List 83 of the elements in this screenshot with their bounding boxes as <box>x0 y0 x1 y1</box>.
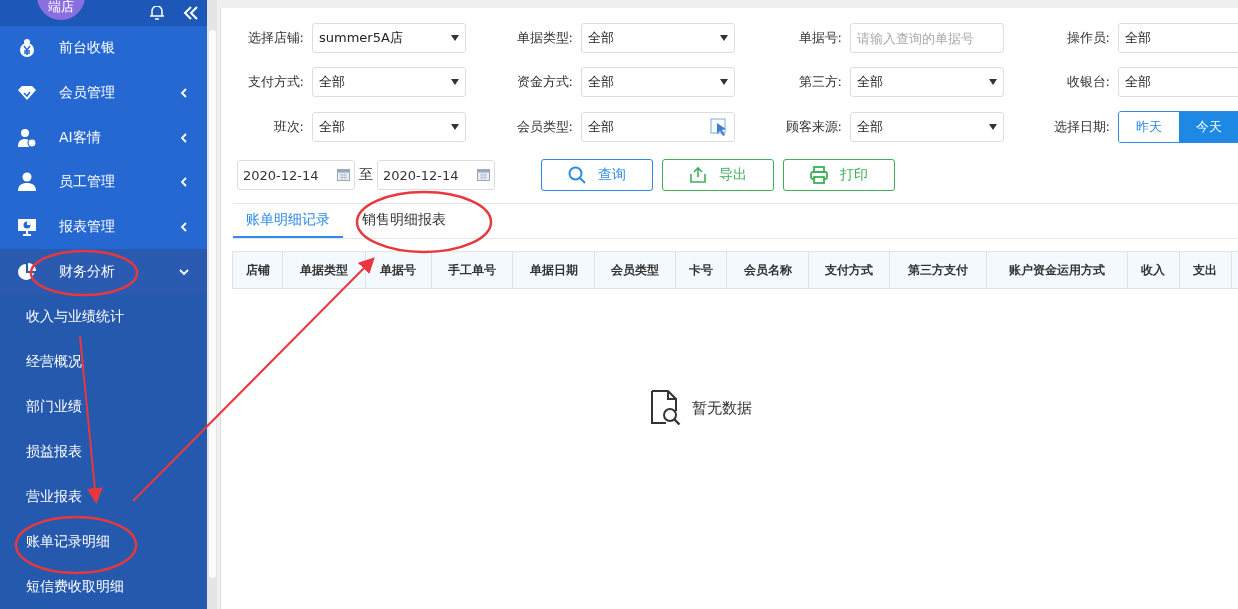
monitor-icon <box>17 217 37 237</box>
filter-label: 支付方式: <box>246 73 304 91</box>
column-header: 会员名称 <box>726 251 809 289</box>
caret-icon <box>451 79 459 85</box>
picker-field[interactable]: 全部 <box>581 112 735 142</box>
column-header: 单据日期 <box>512 251 595 289</box>
submenu-item[interactable]: 营业报表 <box>0 474 207 520</box>
chevron-left-icon <box>179 86 189 99</box>
sidebar-item[interactable]: 前台收银 <box>0 25 207 71</box>
filter-label: 资金方式: <box>515 73 573 91</box>
filter-label: 顾客来源: <box>784 118 842 136</box>
dropdown-field[interactable]: summer5A店 <box>312 23 466 53</box>
caret-icon <box>720 79 728 85</box>
sidebar-item[interactable]: 财务分析 <box>0 249 207 295</box>
chevron-left-icon <box>179 221 189 233</box>
tab[interactable]: 销售明细报表 <box>349 204 459 238</box>
person-icon <box>17 172 37 193</box>
column-header: 账户资金运用方式 <box>986 251 1128 289</box>
dropdown-field[interactable]: 全部 <box>850 67 1004 97</box>
person-badge-icon <box>17 127 37 148</box>
submenu-item[interactable]: 收入与业绩统计 <box>0 294 207 340</box>
search-icon <box>568 166 586 184</box>
column-header: 手工单号 <box>431 251 513 289</box>
date-field[interactable]: 2020-12-14 <box>237 160 355 190</box>
scrollbar[interactable] <box>207 0 217 609</box>
dropdown-field[interactable]: 全部 <box>581 67 735 97</box>
filter-label: 单据类型: <box>515 29 573 47</box>
chevron-left-icon <box>179 131 189 144</box>
filter-label: 选择日期: <box>1052 118 1110 136</box>
money-bag-icon <box>17 38 37 59</box>
column-header: 收入 <box>1127 251 1179 289</box>
column-header: 单据号 <box>365 251 432 289</box>
calendar-icon <box>337 169 350 181</box>
sidebar-item[interactable]: AI客情 <box>0 115 207 160</box>
store-avatar[interactable]: 端店 <box>37 0 85 20</box>
column-header: 卡号 <box>675 251 727 289</box>
submenu-item[interactable]: 损益报表 <box>0 429 207 475</box>
caret-icon <box>720 35 728 41</box>
range-separator: 至 <box>359 166 373 184</box>
column-header: 支出 <box>1179 251 1232 289</box>
upload-icon <box>689 166 707 184</box>
column-header: 单据类型 <box>282 251 366 289</box>
printer-icon <box>810 166 828 184</box>
calendar-icon <box>477 169 490 181</box>
filter-label: 第三方: <box>797 73 842 91</box>
column-header: 会员类型 <box>594 251 676 289</box>
empty-state-text: 暂无数据 <box>691 399 752 418</box>
column-header: 支付方式 <box>808 251 890 289</box>
dropdown-field[interactable]: 全部 <box>1118 23 1238 53</box>
dropdown-field[interactable]: 全部 <box>850 112 1004 142</box>
filter-label: 选择店铺: <box>246 29 304 47</box>
dropdown-field[interactable]: 全部 <box>312 112 466 142</box>
dropdown-field[interactable]: 全部 <box>581 23 735 53</box>
submenu-item[interactable]: 部门业绩 <box>0 384 207 430</box>
input-field[interactable]: 请输入查询的单据号 <box>850 23 1004 53</box>
submenu-item[interactable]: 短信费收取明细 <box>0 564 207 609</box>
cursor-icon <box>710 118 728 136</box>
chevron-left-icon <box>179 176 189 189</box>
column-header: 店铺 <box>232 251 283 289</box>
caret-icon <box>451 35 459 41</box>
date-field[interactable]: 2020-12-14 <box>377 160 495 190</box>
sidebar-item[interactable]: 会员管理 <box>0 70 207 116</box>
dropdown-field[interactable]: 全部 <box>312 67 466 97</box>
filter-label: 单据号: <box>797 29 842 47</box>
filter-label: 班次: <box>272 118 304 136</box>
bell-icon[interactable] <box>149 5 165 20</box>
caret-icon <box>989 124 997 130</box>
filter-label: 收银台: <box>1065 73 1110 91</box>
column-header: 第三方支付 <box>889 251 987 289</box>
filter-label: 会员类型: <box>515 118 573 136</box>
pie-chart-icon <box>17 261 37 282</box>
caret-icon <box>989 79 997 85</box>
caret-icon <box>451 124 459 130</box>
sidebar-item[interactable]: 员工管理 <box>0 159 207 205</box>
filter-label: 操作员: <box>1065 29 1110 47</box>
date-option[interactable]: 今天 <box>1179 112 1238 142</box>
collapse-icon[interactable] <box>183 5 199 20</box>
tab[interactable]: 账单明细记录 <box>233 204 343 238</box>
sidebar-item[interactable]: 报表管理 <box>0 204 207 250</box>
submenu-item[interactable]: 账单记录明细 <box>0 519 207 565</box>
search-button[interactable]: 查询 <box>541 159 653 191</box>
dropdown-field[interactable]: 全部 <box>1118 67 1238 97</box>
submenu-item[interactable]: 经营概况 <box>0 339 207 385</box>
